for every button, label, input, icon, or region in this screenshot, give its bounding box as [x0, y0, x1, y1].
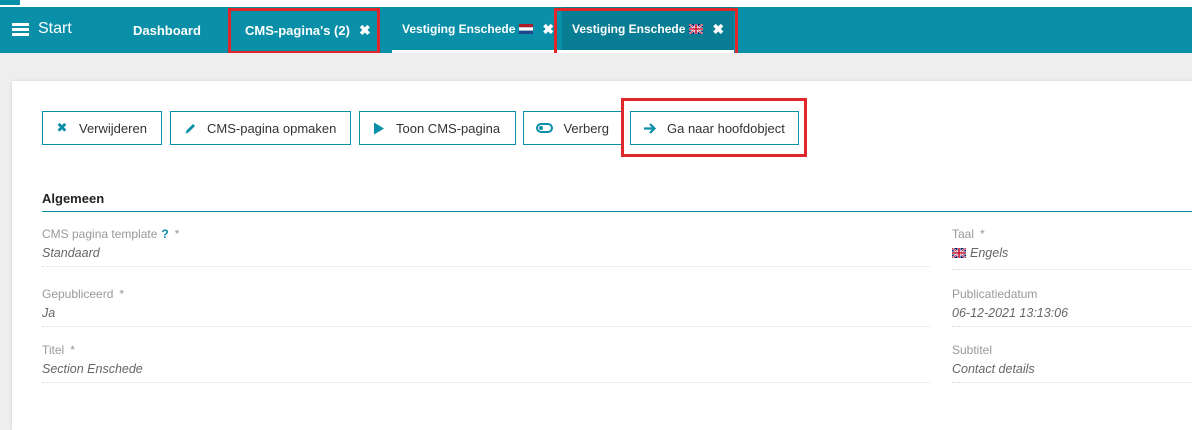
hide-button[interactable]: Verberg [523, 111, 622, 145]
field-value: Ja [42, 306, 56, 320]
field-label: Subtitel [952, 343, 993, 357]
go-to-parent-object-button[interactable]: Ga naar hoofdobject [630, 111, 799, 145]
field-subtitle: Subtitel Contact details [952, 343, 1192, 383]
field-label: Taal [952, 227, 975, 241]
required-marker: * [174, 227, 180, 241]
logo-fragment [0, 0, 20, 5]
tab-label: CMS-pagina's (2) [245, 22, 350, 38]
field-label: CMS pagina template [42, 227, 158, 241]
delete-label: Verwijderen [79, 120, 147, 136]
tab-label: Dashboard [133, 22, 201, 38]
field-publication-date: Publicatiedatum 06-12-2021 13:13:06 [952, 287, 1192, 327]
section-title: Algemeen [42, 191, 105, 206]
tab-vestiging-enschede-nl[interactable]: Vestiging Enschede ✖ [392, 7, 565, 53]
tab-label: Vestiging Enschede [572, 21, 686, 36]
start-label: Start [38, 20, 72, 37]
required-marker: * [980, 227, 985, 241]
field-language: Taal * Engels [952, 227, 1192, 270]
hamburger-icon [12, 22, 29, 36]
tab-vestiging-enschede-en[interactable]: Vestiging Enschede ✖ [562, 7, 735, 53]
field-divider [42, 266, 930, 267]
field-value: Engels [970, 246, 1009, 260]
close-icon: ✖ [56, 120, 68, 135]
uk-flag-icon [689, 23, 704, 34]
edit-label: CMS-pagina opmaken [207, 120, 337, 136]
tab-dashboard[interactable]: Dashboard [133, 7, 201, 53]
field-cms-page-template: CMS pagina template? * Standaard [42, 227, 930, 267]
show-label: Toon CMS-pagina [396, 120, 501, 136]
close-icon[interactable]: ✖ [542, 22, 554, 36]
close-icon[interactable]: ✖ [359, 23, 371, 37]
delete-button[interactable]: ✖ Verwijderen [42, 111, 162, 145]
required-marker: * [119, 287, 125, 301]
goto-label: Ga naar hoofdobject [667, 120, 785, 136]
field-label: Gepubliceerd [42, 287, 114, 301]
field-published: Gepubliceerd * Ja [42, 287, 930, 327]
field-divider [42, 382, 930, 383]
field-value: Section Enschede [42, 362, 143, 376]
field-divider [952, 326, 1192, 327]
section-divider [42, 211, 1192, 212]
pencil-icon [183, 122, 197, 135]
top-navbar: Start Dashboard CMS-pagina's (2) ✖ Vesti… [0, 7, 1192, 53]
required-marker: * [70, 343, 75, 357]
field-divider [42, 326, 930, 327]
toggle-icon [536, 123, 554, 133]
play-icon [372, 122, 386, 135]
field-divider [952, 269, 1192, 270]
field-value: 06-12-2021 13:13:06 [952, 306, 1069, 320]
hide-label: Verberg [563, 120, 609, 136]
field-divider [952, 382, 1192, 383]
arrow-right-icon [643, 122, 657, 135]
field-title: Titel * Section Enschede [42, 343, 930, 383]
edit-cms-page-button[interactable]: CMS-pagina opmaken [170, 111, 351, 145]
uk-flag-icon [952, 248, 966, 258]
close-icon[interactable]: ✖ [712, 22, 724, 36]
field-value: Standaard [42, 246, 100, 260]
field-label: Titel [42, 343, 65, 357]
tab-cms-paginas[interactable]: CMS-pagina's (2) ✖ [245, 7, 371, 53]
help-icon[interactable]: ? [161, 227, 168, 241]
field-label: Publicatiedatum [952, 287, 1038, 301]
start-menu-button[interactable]: Start [12, 20, 72, 38]
top-strip [0, 0, 1192, 7]
tab-label: Vestiging Enschede [402, 21, 516, 36]
dutch-flag-icon [519, 23, 534, 34]
field-value: Contact details [952, 362, 1035, 376]
show-cms-page-button[interactable]: Toon CMS-pagina [359, 111, 516, 145]
